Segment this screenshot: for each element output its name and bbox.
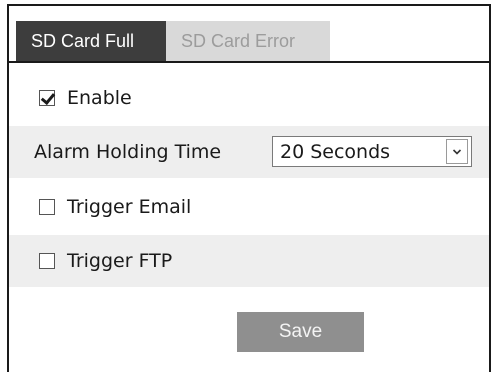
- trigger-email-checkbox[interactable]: [39, 199, 55, 215]
- chevron-down-icon: [452, 148, 462, 155]
- trigger-email-checkbox-control[interactable]: Trigger Email: [39, 196, 191, 218]
- alarm-holding-time-select[interactable]: 20 Seconds: [272, 136, 472, 167]
- alarm-holding-time-label: Alarm Holding Time: [34, 141, 222, 163]
- trigger-ftp-row: Trigger FTP: [9, 235, 489, 287]
- trigger-email-label: Trigger Email: [67, 196, 192, 218]
- alarm-holding-time-row: Alarm Holding Time 20 Seconds: [9, 126, 489, 178]
- trigger-email-row: Trigger Email: [9, 181, 489, 233]
- tab-sd-card-error[interactable]: SD Card Error: [166, 21, 330, 61]
- tab-bar: SD Card Full SD Card Error: [16, 21, 330, 61]
- trigger-ftp-checkbox[interactable]: [39, 253, 55, 269]
- trigger-ftp-checkbox-control[interactable]: Trigger FTP: [39, 250, 172, 272]
- enable-checkbox[interactable]: [39, 90, 55, 106]
- tab-divider: [9, 61, 489, 63]
- dropdown-button[interactable]: [446, 139, 468, 164]
- trigger-ftp-label: Trigger FTP: [67, 250, 173, 272]
- alarm-holding-time-value: 20 Seconds: [280, 140, 391, 163]
- enable-checkbox-control[interactable]: Enable: [39, 87, 132, 109]
- enable-row: Enable: [9, 72, 489, 124]
- save-button[interactable]: Save: [237, 312, 364, 352]
- enable-label: Enable: [67, 87, 132, 109]
- tab-sd-card-full[interactable]: SD Card Full: [16, 21, 166, 61]
